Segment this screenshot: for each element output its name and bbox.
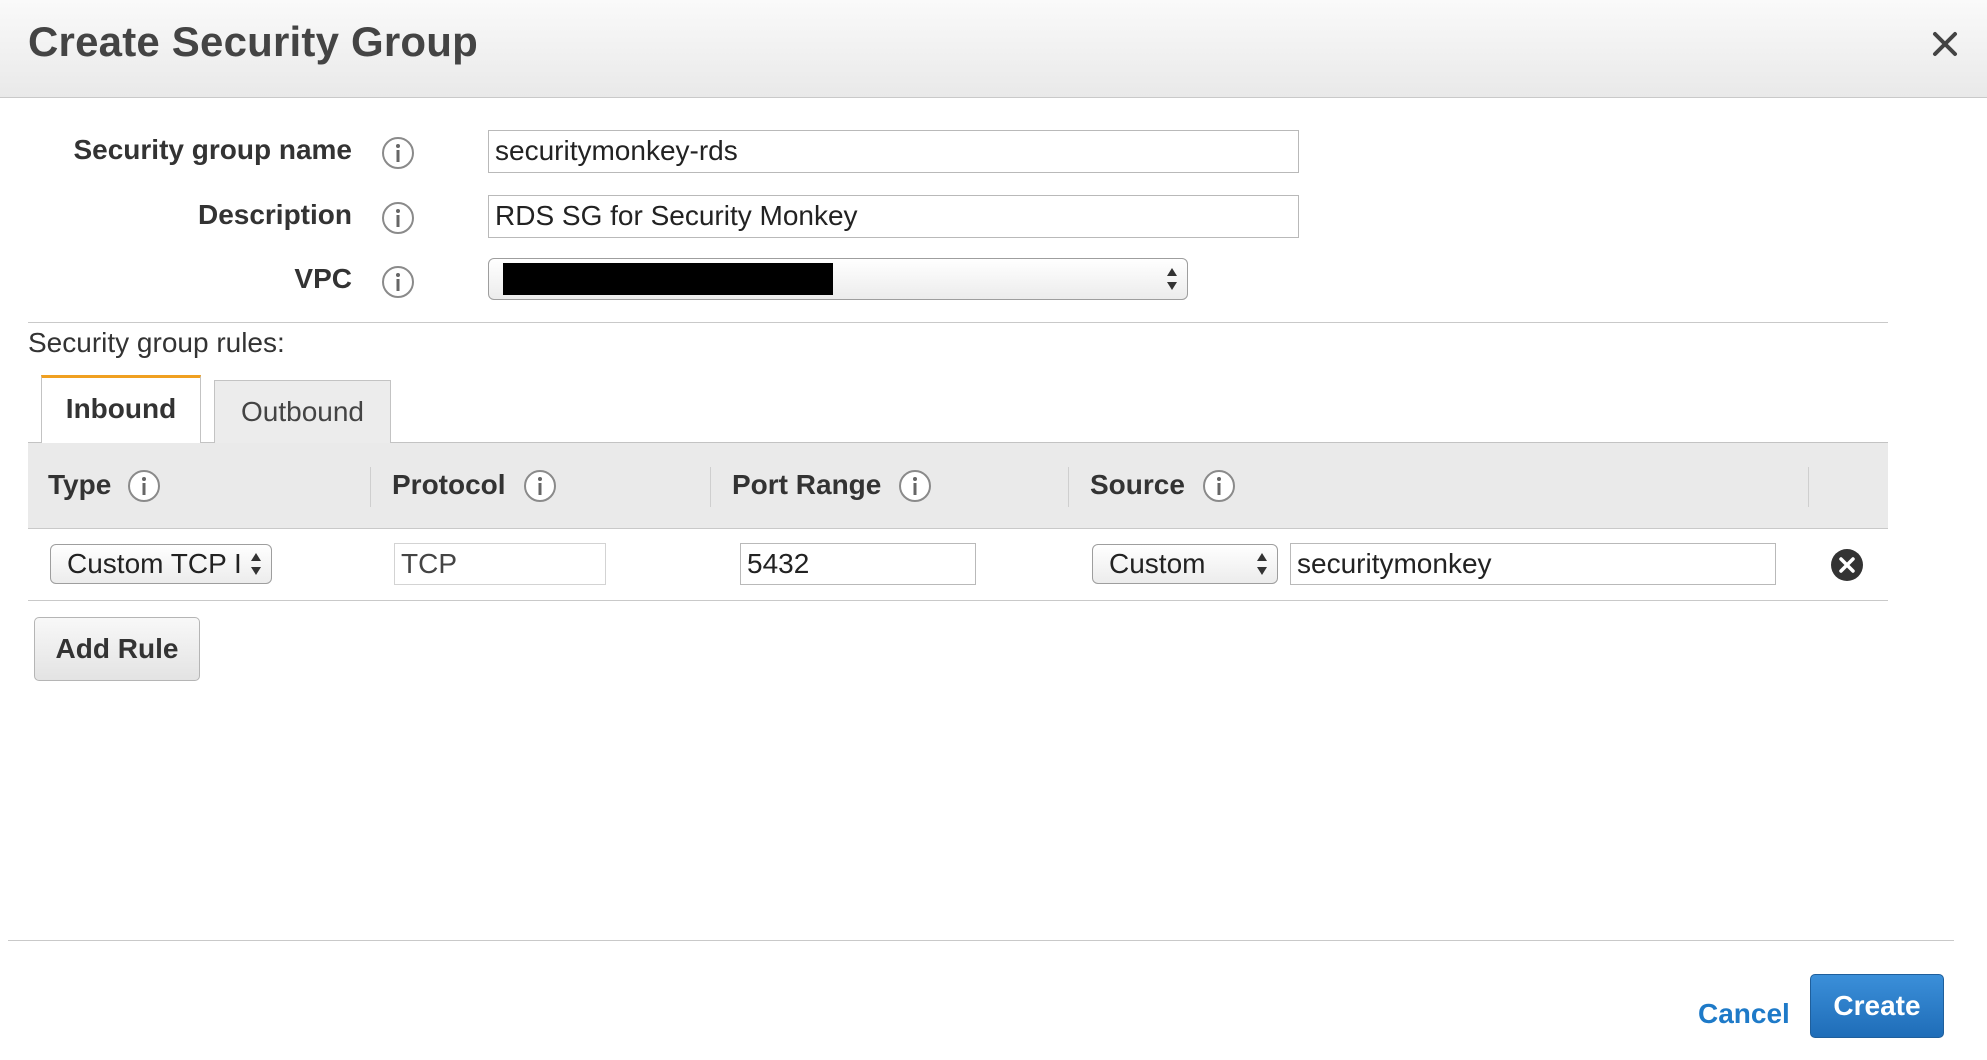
description-label: Description (197, 199, 352, 230)
select-arrows-icon (1257, 553, 1267, 575)
column-header-port-range: Port Range (732, 469, 882, 500)
column-separator (710, 467, 711, 507)
security-group-name-input[interactable]: securitymonkey-rds (488, 130, 1299, 173)
vpc-label: VPC (294, 263, 352, 294)
column-header-source: Source (1090, 469, 1185, 500)
vpc-select[interactable] (488, 258, 1188, 300)
info-icon[interactable] (381, 265, 415, 299)
rule-protocol-field: TCP (394, 543, 606, 585)
column-header-protocol: Protocol (392, 469, 506, 500)
select-arrows-icon (1167, 268, 1177, 290)
form-divider (28, 322, 1888, 323)
create-security-group-dialog: Create Security Group Security group nam… (0, 0, 1987, 1060)
dialog-header: Create Security Group (0, 0, 1987, 98)
rule-type-select[interactable]: Custom TCP I (50, 544, 272, 584)
rule-source-select[interactable]: Custom (1092, 544, 1278, 584)
select-arrows-icon (251, 553, 261, 575)
cancel-button[interactable]: Cancel (1698, 998, 1790, 1030)
rule-port-range-input[interactable]: 5432 (740, 543, 976, 585)
remove-circle-icon[interactable] (1830, 548, 1864, 582)
dialog-title: Create Security Group (28, 18, 478, 65)
close-icon[interactable] (1923, 22, 1967, 66)
rule-type-value: Custom TCP I (67, 548, 242, 579)
tab-inbound[interactable]: Inbound (41, 375, 201, 443)
redacted-vpc-value (503, 263, 833, 295)
column-separator (1808, 467, 1809, 507)
tab-outbound[interactable]: Outbound (214, 380, 391, 443)
info-icon[interactable] (523, 469, 557, 503)
info-icon[interactable] (898, 469, 932, 503)
table-row: Custom TCP I TCP 5432 Custom securitymon… (28, 529, 1888, 601)
security-group-name-label: Security group name (73, 134, 352, 165)
create-button[interactable]: Create (1810, 974, 1944, 1038)
info-icon[interactable] (381, 201, 415, 235)
column-separator (370, 467, 371, 507)
rule-source-mode-value: Custom (1109, 548, 1206, 579)
column-separator (1068, 467, 1069, 507)
info-icon[interactable] (381, 136, 415, 170)
footer-divider (8, 940, 1954, 941)
security-group-rules-label: Security group rules: (28, 327, 285, 358)
info-icon[interactable] (1202, 469, 1236, 503)
column-header-type: Type (48, 469, 112, 500)
rule-source-input[interactable]: securitymonkey (1290, 543, 1776, 585)
rules-table-header: Type Protocol Port Range Source (28, 443, 1888, 529)
add-rule-button[interactable]: Add Rule (34, 617, 200, 681)
info-icon[interactable] (127, 469, 161, 503)
description-input[interactable]: RDS SG for Security Monkey (488, 195, 1299, 238)
